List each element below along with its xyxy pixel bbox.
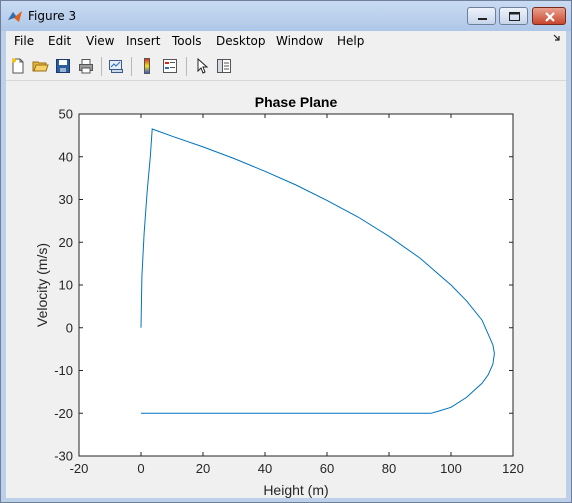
link-plot-icon[interactable] <box>107 57 125 75</box>
toolbar-separator <box>131 57 132 76</box>
close-button[interactable] <box>532 7 566 25</box>
open-file-icon[interactable] <box>31 57 49 75</box>
x-tick-label: 120 <box>502 461 524 476</box>
save-icon[interactable] <box>54 57 72 75</box>
y-tick-label: 20 <box>59 235 73 250</box>
y-tick-label: 50 <box>59 107 73 122</box>
menu-desktop[interactable]: Desktop <box>216 34 266 48</box>
matlab-icon <box>8 11 22 22</box>
property-editor-icon[interactable] <box>215 57 233 75</box>
new-figure-icon[interactable] <box>9 57 27 75</box>
colorbar-icon[interactable] <box>138 57 156 75</box>
axes-background <box>78 113 514 457</box>
maximize-button[interactable] <box>499 7 528 25</box>
maximize-icon <box>509 12 520 21</box>
x-tick-label: 80 <box>382 461 396 476</box>
menu-file[interactable]: File <box>14 34 34 48</box>
y-tick-label: -10 <box>54 363 73 378</box>
figure-canvas: Phase Plane -20 0 20 40 60 80 100 120 -30 -20 -10… <box>6 81 566 498</box>
x-tick-label: 100 <box>440 461 462 476</box>
menu-tools[interactable]: Tools <box>172 34 202 48</box>
toolbar-separator <box>186 57 187 76</box>
menu-insert[interactable]: Insert <box>126 34 160 48</box>
figure-toolbar <box>6 53 566 81</box>
y-tick-label: 10 <box>59 278 73 293</box>
print-icon[interactable] <box>77 57 95 75</box>
y-tick-label: 0 <box>66 320 73 335</box>
x-tick-label: 60 <box>320 461 334 476</box>
phase-plane-plot[interactable]: Phase Plane -20 0 20 40 60 80 100 120 -30-20-10… <box>6 81 566 498</box>
menu-window[interactable]: Window <box>276 34 323 48</box>
legend-icon[interactable] <box>161 57 179 75</box>
x-tick-label: 20 <box>196 461 210 476</box>
title-bar[interactable]: Figure 3 <box>1 1 571 31</box>
x-tick-label: 40 <box>258 461 272 476</box>
dock-arrow-icon[interactable] <box>553 34 561 44</box>
y-tick-label: -30 <box>54 449 73 464</box>
toolbar-separator <box>101 57 102 76</box>
menu-help[interactable]: Help <box>337 34 364 48</box>
menu-view[interactable]: View <box>86 34 114 48</box>
minimize-icon <box>478 18 487 20</box>
minimize-button[interactable] <box>467 7 496 25</box>
edit-plot-icon[interactable] <box>193 57 211 75</box>
y-tick-label: -20 <box>54 406 73 421</box>
y-tick-label: 30 <box>59 192 73 207</box>
close-icon <box>545 12 555 22</box>
x-axis-label: Height (m) <box>263 482 328 498</box>
x-tick-label: 0 <box>137 461 144 476</box>
figure-client: File Edit View Insert Tools Desktop Wind… <box>6 31 566 498</box>
chart-title: Phase Plane <box>255 94 338 110</box>
menu-bar: File Edit View Insert Tools Desktop Wind… <box>6 31 566 52</box>
y-axis-label: Velocity (m/s) <box>34 243 50 327</box>
menu-edit[interactable]: Edit <box>48 34 71 48</box>
y-tick-label: 40 <box>59 149 73 164</box>
window-title: Figure 3 <box>28 9 77 23</box>
figure-window: Figure 3 File Edit View Insert Tools Des… <box>0 0 572 503</box>
